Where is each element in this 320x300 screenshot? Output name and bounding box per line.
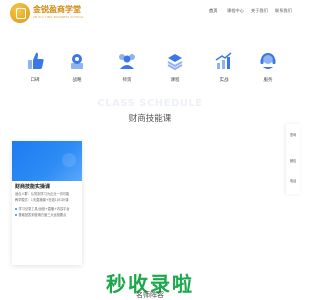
side-nav-phone[interactable]: 电话 — [286, 178, 300, 183]
category-label: 实战 — [219, 78, 229, 83]
brand-logo-icon[interactable] — [10, 3, 30, 23]
course-card[interactable]: 财商技能实操课 适合人群：认知到学习为企业一切可能 教学模式：1天直播课+在线1… — [12, 141, 82, 265]
side-nav-wechat[interactable]: 微信 — [286, 158, 300, 163]
nav-contact-us[interactable]: 联系我们 — [275, 8, 292, 14]
thumbs-up-icon — [28, 52, 44, 69]
course-card-banner — [12, 141, 82, 181]
course-card-line: 适合人群：认知到学习为企业一切可能 — [15, 192, 70, 196]
course-card-bullet: 学习记录工具/运营+直播+内容平台 — [15, 206, 70, 211]
category-label: 服务 — [263, 78, 273, 83]
category-practice[interactable]: 实战 — [209, 50, 239, 90]
nav-course-center[interactable]: 课程中心 — [227, 8, 244, 14]
course-card-line: 教学模式：1天直播课+在线1对1补课 — [15, 198, 69, 202]
site-header: 金锐盈商学堂 JIN RUI YING BUSINESS SCHOOL 首页 课… — [0, 0, 300, 28]
category-teachers[interactable]: 师资 — [112, 50, 142, 90]
category-label: 战略 — [72, 78, 82, 83]
growth-chart-icon — [215, 52, 232, 69]
category-strategy[interactable]: 战略 — [62, 50, 92, 90]
side-floating-nav: 咨询 微信 电话 — [286, 124, 300, 194]
category-label: 师资 — [122, 78, 132, 83]
bullet-icon — [15, 208, 17, 210]
side-nav-consult[interactable]: 咨询 — [286, 132, 300, 137]
brand-tagline: JIN RUI YING BUSINESS SCHOOL — [33, 15, 84, 19]
gear-stack-icon — [71, 54, 83, 69]
category-courses[interactable]: 课程 — [160, 50, 190, 90]
service-icon — [260, 53, 276, 69]
bullet-icon — [15, 214, 17, 216]
section-title: 财商技能课 — [128, 114, 172, 124]
brand-name[interactable]: 金锐盈商学堂 — [33, 4, 81, 15]
teachers-section-title: 名师阵容 — [136, 291, 164, 299]
category-reputation[interactable]: 口碑 — [20, 50, 50, 90]
nav-home[interactable]: 首页 — [209, 8, 217, 14]
section-watermark: CLASS SCHEDULE — [97, 98, 203, 109]
nav-about-us[interactable]: 关于我们 — [251, 8, 268, 14]
category-service[interactable]: 服务 — [253, 50, 283, 90]
course-card-title[interactable]: 财商技能实操课 — [15, 183, 50, 190]
course-icon — [167, 54, 183, 71]
course-card-bullet: 基础回答到营销方面三大运营要点 — [15, 212, 66, 217]
teachers-icon — [119, 54, 135, 69]
category-label: 课程 — [170, 78, 180, 83]
category-label: 口碑 — [30, 78, 40, 83]
